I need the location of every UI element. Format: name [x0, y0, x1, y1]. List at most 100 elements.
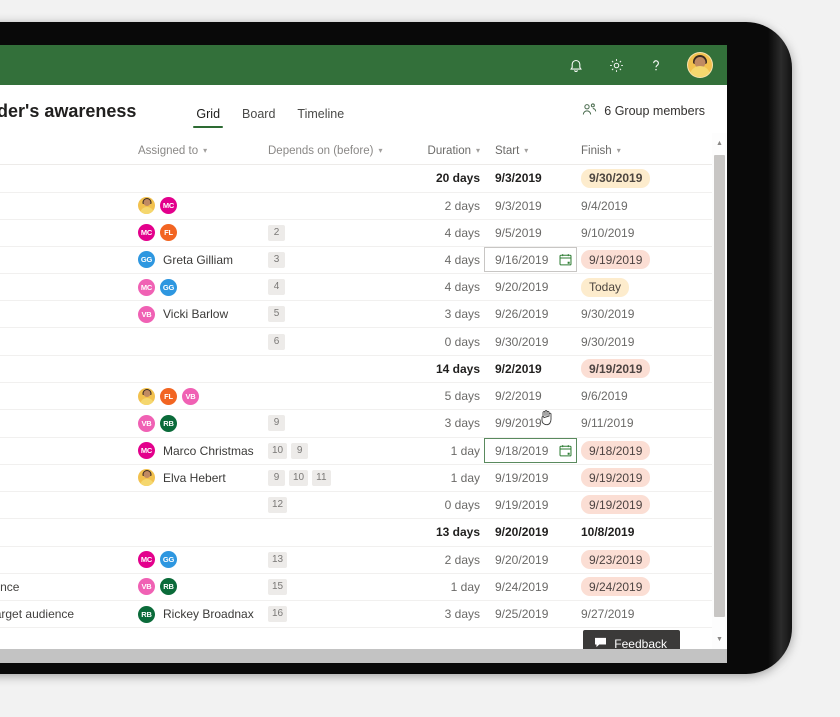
- task-name-cell[interactable]: paign: [0, 171, 138, 185]
- duration-cell[interactable]: 3 days: [408, 607, 484, 621]
- vertical-scrollbar[interactable]: ▲ ▼: [712, 133, 727, 649]
- start-date-cell[interactable]: 9/19/2019: [484, 498, 570, 512]
- start-date-cell[interactable]: 9/30/2019: [484, 335, 570, 349]
- task-name-cell[interactable]: [0, 498, 138, 512]
- assigned-to-cell[interactable]: VB RB: [138, 578, 268, 596]
- assigned-to-cell[interactable]: Elva Hebert: [138, 469, 268, 487]
- dependency-chip[interactable]: 9: [291, 442, 309, 459]
- assigned-to-cell[interactable]: MC Marco Christmas: [138, 442, 268, 460]
- finish-date-cell[interactable]: 9/30/2019: [570, 168, 682, 188]
- calendar-icon[interactable]: [559, 253, 572, 266]
- task-name-cell[interactable]: al of storyboard: [0, 253, 138, 267]
- dependency-chip[interactable]: 5: [268, 306, 285, 323]
- duration-cell[interactable]: 13 days: [408, 525, 484, 539]
- avatar[interactable]: [687, 52, 713, 78]
- dependency-chip[interactable]: 16: [268, 606, 288, 623]
- table-row[interactable]: om sample emails of target audience RB Ric…: [0, 601, 727, 629]
- col-header-assigned-to[interactable]: Assigned to ▾: [138, 145, 268, 157]
- start-date-cell[interactable]: 9/9/2019: [484, 416, 570, 430]
- dependency-chip[interactable]: 11: [312, 469, 331, 486]
- task-name-cell[interactable]: board: [0, 226, 138, 240]
- duration-cell[interactable]: 3 days: [408, 416, 484, 430]
- bucket-row[interactable]: paign 20 days9/3/2019 9/30/2019: [0, 165, 727, 193]
- dependency-chip[interactable]: 9: [268, 469, 285, 486]
- dependency-chip[interactable]: 15: [268, 578, 288, 595]
- assigned-to-cell[interactable]: VB RB: [138, 414, 268, 432]
- table-row[interactable]: al of storyboardGG Greta Gilliam 3 4 days 9/…: [0, 247, 727, 275]
- table-row[interactable]: boardMC FL 2 4 days9/5/20199/10/2019: [0, 220, 727, 247]
- tab-timeline[interactable]: Timeline: [293, 107, 348, 128]
- dependency-chip[interactable]: 10: [289, 469, 309, 486]
- duration-cell[interactable]: 4 days: [408, 253, 484, 267]
- dependency-chip[interactable]: 3: [268, 251, 285, 268]
- dependency-chip[interactable]: 10: [268, 442, 288, 459]
- assigned-to-cell[interactable]: MC FL: [138, 224, 268, 242]
- assigned-to-cell[interactable]: VB Vicki Barlow: [138, 305, 268, 323]
- duration-cell[interactable]: 20 days: [408, 171, 484, 185]
- group-members-button[interactable]: 6 Group members: [582, 103, 711, 119]
- dependency-chip[interactable]: 12: [268, 496, 288, 513]
- assigned-to-cell[interactable]: MC GG: [138, 278, 268, 296]
- table-row[interactable]: 12 0 days 9/19/2019 9/19/2019: [0, 492, 727, 520]
- start-date-cell[interactable]: 9/2/2019: [484, 389, 570, 403]
- duration-cell[interactable]: 0 days: [408, 335, 484, 349]
- start-date-cell[interactable]: 9/5/2019: [484, 226, 570, 240]
- finish-date-cell[interactable]: 10/8/2019: [570, 525, 682, 539]
- tab-grid[interactable]: Grid: [192, 107, 224, 128]
- dependency-chip[interactable]: 9: [268, 415, 285, 432]
- assigned-to-cell[interactable]: MC GG: [138, 551, 268, 569]
- task-name-cell[interactable]: ence profile: [0, 553, 138, 567]
- table-row[interactable]: efined60 days9/30/20199/30/2019: [0, 328, 727, 356]
- task-name-cell[interactable]: n: [0, 525, 138, 539]
- calendar-icon[interactable]: [559, 444, 572, 457]
- depends-on-cell[interactable]: 3: [268, 251, 408, 268]
- dependency-chip[interactable]: 6: [268, 333, 285, 350]
- table-row[interactable]: agingVB RB 9 3 days9/9/20199/11/2019: [0, 410, 727, 438]
- depends-on-cell[interactable]: 16: [268, 606, 408, 623]
- depends-on-cell[interactable]: 13: [268, 551, 408, 568]
- task-name-cell[interactable]: om sample emails of target audience: [0, 607, 138, 621]
- tab-board[interactable]: Board: [238, 107, 279, 128]
- col-header-duration[interactable]: Duration ▾: [408, 145, 484, 157]
- start-date-cell[interactable]: 9/25/2019: [484, 607, 570, 621]
- assigned-to-cell[interactable]: MC: [138, 197, 268, 215]
- col-header-start[interactable]: Start ▾: [484, 145, 570, 157]
- table-row[interactable]: mail messageElva Hebert910111 day9/19/20…: [0, 465, 727, 492]
- duration-cell[interactable]: 1 day: [408, 580, 484, 594]
- finish-date-cell[interactable]: 9/18/2019: [570, 441, 682, 461]
- finish-date-cell[interactable]: 9/11/2019: [570, 416, 682, 430]
- duration-cell[interactable]: 1 day: [408, 444, 484, 458]
- finish-date-cell[interactable]: 9/19/2019: [570, 250, 682, 270]
- finish-date-cell[interactable]: Today: [570, 277, 682, 297]
- finish-date-cell[interactable]: 9/30/2019: [570, 335, 682, 349]
- dependency-chip[interactable]: 2: [268, 224, 285, 241]
- bell-icon[interactable]: [567, 56, 585, 74]
- table-row[interactable]: ging inhouse FL VB 5 days9/2/20199/6/2019: [0, 383, 727, 411]
- duration-cell[interactable]: 4 days: [408, 280, 484, 294]
- finish-date-cell[interactable]: 9/23/2019: [570, 550, 682, 570]
- dependency-chip[interactable]: 13: [268, 551, 288, 568]
- depends-on-cell[interactable]: 12: [268, 496, 408, 513]
- task-name-cell[interactable]: dresses of target audience: [0, 580, 138, 594]
- duration-cell[interactable]: 3 days: [408, 307, 484, 321]
- task-name-cell[interactable]: ssage: [0, 307, 138, 321]
- table-row[interactable]: onse link pointsMC GG 4 4 days9/20/2019 Toda…: [0, 274, 727, 302]
- help-icon[interactable]: [647, 56, 665, 74]
- gear-icon[interactable]: [607, 56, 625, 74]
- scroll-up-arrow[interactable]: ▲: [712, 135, 727, 151]
- bucket-row[interactable]: aging 14 days9/2/2019 9/19/2019: [0, 356, 727, 384]
- start-date-cell[interactable]: 9/2/2019: [484, 362, 570, 376]
- depends-on-cell[interactable]: 10 9: [268, 442, 408, 459]
- task-name-cell[interactable]: onse link points: [0, 444, 138, 458]
- duration-cell[interactable]: 5 days: [408, 389, 484, 403]
- duration-cell[interactable]: 2 days: [408, 199, 484, 213]
- table-row[interactable]: ence profileMC GG 13 2 days9/20/2019 9/23/20…: [0, 547, 727, 574]
- duration-cell[interactable]: 14 days: [408, 362, 484, 376]
- start-date-cell[interactable]: 9/26/2019: [484, 307, 570, 321]
- start-date-cell[interactable]: 9/20/2019: [484, 553, 570, 567]
- duration-cell[interactable]: 0 days: [408, 498, 484, 512]
- start-date-cell[interactable]: 9/18/2019: [484, 438, 577, 464]
- finish-date-cell[interactable]: 9/10/2019: [570, 226, 682, 240]
- start-date-cell[interactable]: 9/3/2019: [484, 199, 570, 213]
- table-row[interactable]: onse link pointsMCMarco Christmas1091 da…: [0, 438, 727, 465]
